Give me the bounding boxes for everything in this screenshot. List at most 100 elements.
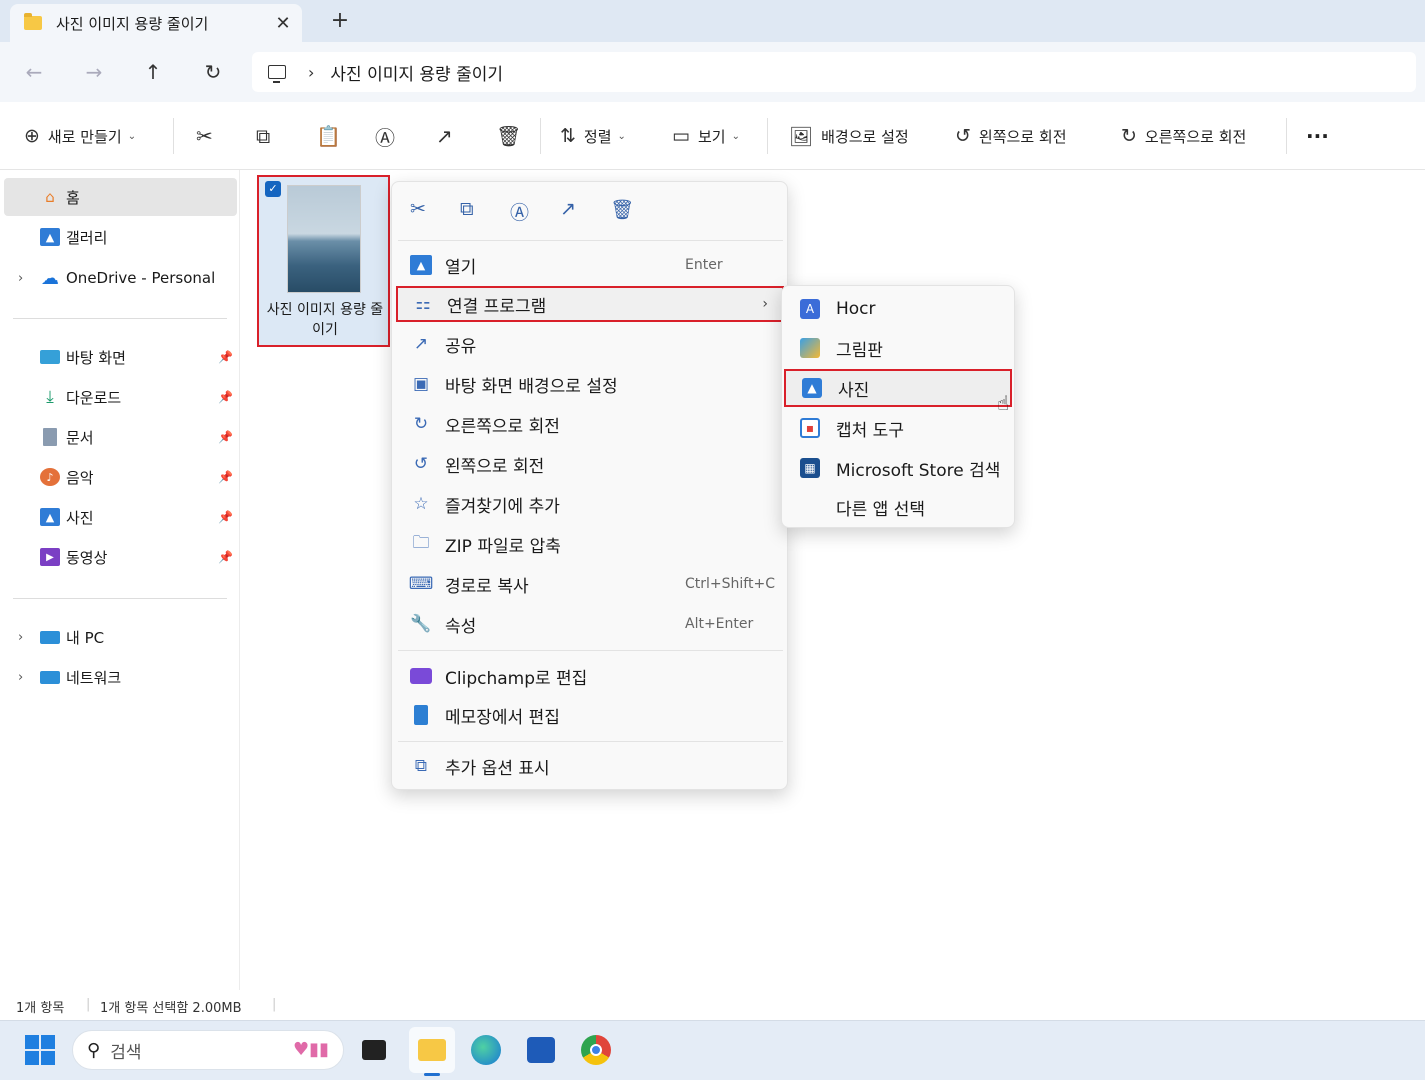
menu-item-rotate-right[interactable]: ↻ 오른쪽으로 회전	[396, 406, 784, 442]
close-tab-icon[interactable]: ✕	[268, 13, 298, 34]
share-icon[interactable]: ↗	[436, 124, 453, 148]
set-background-button[interactable]: 🖼 배경으로 설정	[789, 102, 909, 170]
sidebar-item-label: 바탕 화면	[66, 348, 126, 367]
tab-current-folder[interactable]: 사진 이미지 용량 줄이기 ✕	[10, 4, 302, 42]
sort-button[interactable]: ⇅ 정렬 ⌄	[560, 102, 626, 170]
submenu-item-paint[interactable]: 그림판	[784, 329, 1012, 367]
taskbar-search[interactable]: ⚲ 검색 ♥▮▮	[72, 1030, 344, 1070]
sidebar-item-this-pc[interactable]: › 내 PC	[4, 618, 237, 656]
checkbox-checked-icon[interactable]: ✓	[265, 181, 281, 197]
breadcrumb[interactable]: 사진 이미지 용량 줄이기	[330, 60, 503, 85]
sidebar-item-pictures[interactable]: ▲ 사진 📌	[4, 498, 237, 536]
rotate-right-button[interactable]: ↻ 오른쪽으로 회전	[1121, 102, 1246, 170]
pictures-icon: ▲	[40, 508, 60, 526]
submenu-item-choose-other-app[interactable]: 다른 앱 선택	[784, 488, 1012, 526]
menu-item-clipchamp[interactable]: Clipchamp로 편집	[396, 658, 784, 694]
share-icon[interactable]: ↗	[560, 198, 576, 220]
chevron-right-icon[interactable]: ›	[308, 63, 314, 82]
folder-icon	[24, 13, 42, 30]
rotate-left-button[interactable]: ↺ 왼쪽으로 회전	[955, 102, 1067, 170]
sidebar-item-videos[interactable]: ▶ 동영상 📌	[4, 538, 237, 576]
chevron-down-icon: ⌄	[731, 130, 740, 142]
start-button[interactable]	[25, 1035, 55, 1065]
menu-item-open-with[interactable]: ⚏ 연결 프로그램 ›	[396, 286, 784, 322]
new-button[interactable]: ⊕ 새로 만들기 ⌄	[24, 102, 136, 170]
copy-icon[interactable]: ⧉	[460, 198, 474, 220]
file-explorer-taskbar-button[interactable]	[409, 1027, 455, 1073]
sidebar-item-music[interactable]: ♪ 음악 📌	[4, 458, 237, 496]
status-divider: |	[272, 997, 277, 1012]
sidebar-item-label: 갤러리	[66, 228, 108, 247]
pin-icon[interactable]: 📌	[218, 510, 233, 524]
sidebar-item-desktop[interactable]: 바탕 화면 📌	[4, 338, 237, 376]
cut-icon[interactable]: ✂	[410, 198, 426, 220]
submenu-item-snipping-tool[interactable]: ▪ 캡처 도구	[784, 409, 1012, 447]
menu-item-shortcut: Alt+Enter	[685, 616, 754, 632]
task-view-button[interactable]	[357, 1033, 391, 1067]
menu-item-share[interactable]: ↗ 공유	[396, 326, 784, 362]
rotate-left-label: 왼쪽으로 회전	[978, 127, 1067, 146]
copy-icon[interactable]: ⧉	[256, 124, 270, 148]
submenu-item-hocr[interactable]: A Hocr	[784, 290, 1012, 328]
menu-item-add-favorite[interactable]: ☆ 즐겨찾기에 추가	[396, 486, 784, 522]
more-options-button[interactable]: ···	[1306, 102, 1329, 170]
menu-divider	[398, 240, 783, 241]
menu-item-copy-path[interactable]: ⌨ 경로로 복사 Ctrl+Shift+C	[396, 566, 784, 602]
forward-button[interactable]: →	[78, 56, 110, 88]
chevron-right-icon[interactable]: ›	[18, 630, 23, 645]
music-icon: ♪	[40, 468, 60, 486]
delete-icon[interactable]: 🗑	[496, 124, 521, 148]
rename-icon[interactable]: Ⓐ	[375, 122, 395, 151]
chrome-taskbar-button[interactable]	[579, 1033, 613, 1067]
address-bar[interactable]: › 사진 이미지 용량 줄이기	[252, 52, 1416, 92]
sidebar-item-label: 내 PC	[66, 628, 105, 647]
cloud-icon: ☁	[41, 267, 59, 289]
pin-icon[interactable]: 📌	[218, 470, 233, 484]
monitor-icon	[40, 630, 60, 644]
menu-item-set-desktop-background[interactable]: ▣ 바탕 화면 배경으로 설정	[396, 366, 784, 402]
submenu-item-label: 캡처 도구	[836, 420, 904, 441]
rotate-right-icon: ↻	[1121, 125, 1137, 147]
cut-icon[interactable]: ✂	[196, 124, 213, 148]
menu-item-open[interactable]: ▲ 열기 Enter	[396, 247, 784, 283]
pin-icon[interactable]: 📌	[218, 350, 233, 364]
submenu-item-label: 사진	[838, 380, 870, 401]
sidebar-item-home[interactable]: ⌂ 홈	[4, 178, 237, 216]
sidebar-item-gallery[interactable]: ▲ 갤러리	[4, 218, 237, 256]
sort-icon: ⇅	[560, 125, 576, 147]
menu-divider	[398, 650, 783, 651]
chevron-right-icon[interactable]: ›	[18, 670, 23, 685]
edge-taskbar-button[interactable]	[469, 1033, 503, 1067]
rotate-right-icon: ↻	[413, 414, 429, 434]
submenu-item-store-search[interactable]: ▦ Microsoft Store 검색	[784, 449, 1012, 487]
menu-item-notepad[interactable]: 메모장에서 편집	[396, 697, 784, 733]
pin-icon[interactable]: 📌	[218, 550, 233, 564]
up-button[interactable]: ↑	[137, 56, 169, 88]
paste-icon[interactable]: 📋	[316, 124, 341, 148]
menu-item-more-options[interactable]: ⧉ 추가 옵션 표시	[396, 748, 784, 784]
wrench-icon: 🔧	[410, 614, 432, 634]
sidebar-item-downloads[interactable]: ⤓ 다운로드 📌	[4, 378, 237, 416]
new-tab-button[interactable]: +	[326, 8, 354, 33]
pin-icon[interactable]: 📌	[218, 430, 233, 444]
context-menu: ✂ ⧉ Ⓐ ↗ 🗑 ▲ 열기 Enter ⚏ 연결 프로그램 › ↗ 공유 ▣ …	[391, 181, 788, 790]
menu-item-rotate-left[interactable]: ↺ 왼쪽으로 회전	[396, 446, 784, 482]
submenu-item-photos[interactable]: ▲ 사진	[784, 369, 1012, 407]
menu-item-label: 열기	[445, 257, 477, 278]
sidebar-item-onedrive[interactable]: › ☁ OneDrive - Personal	[4, 259, 237, 297]
rename-icon[interactable]: Ⓐ	[510, 198, 529, 225]
menu-item-label: 오른쪽으로 회전	[445, 416, 560, 437]
chevron-right-icon[interactable]: ›	[18, 271, 23, 286]
menu-item-zip[interactable]: 🗀 ZIP 파일로 압축	[396, 526, 784, 562]
store-taskbar-button[interactable]	[524, 1033, 558, 1067]
refresh-button[interactable]: ↻	[197, 56, 229, 88]
sidebar-divider	[13, 598, 227, 599]
delete-icon[interactable]: 🗑	[610, 198, 634, 221]
menu-item-properties[interactable]: 🔧 속성 Alt+Enter	[396, 606, 784, 642]
view-button[interactable]: ▭ 보기 ⌄	[672, 102, 740, 170]
sidebar-item-network[interactable]: › 네트워크	[4, 658, 237, 696]
pin-icon[interactable]: 📌	[218, 390, 233, 404]
back-button[interactable]: ←	[18, 56, 50, 88]
sidebar-item-documents[interactable]: 문서 📌	[4, 418, 237, 456]
open-with-submenu: A Hocr 그림판 ▲ 사진 ▪ 캡처 도구 ▦ Microsoft Stor…	[781, 285, 1015, 528]
